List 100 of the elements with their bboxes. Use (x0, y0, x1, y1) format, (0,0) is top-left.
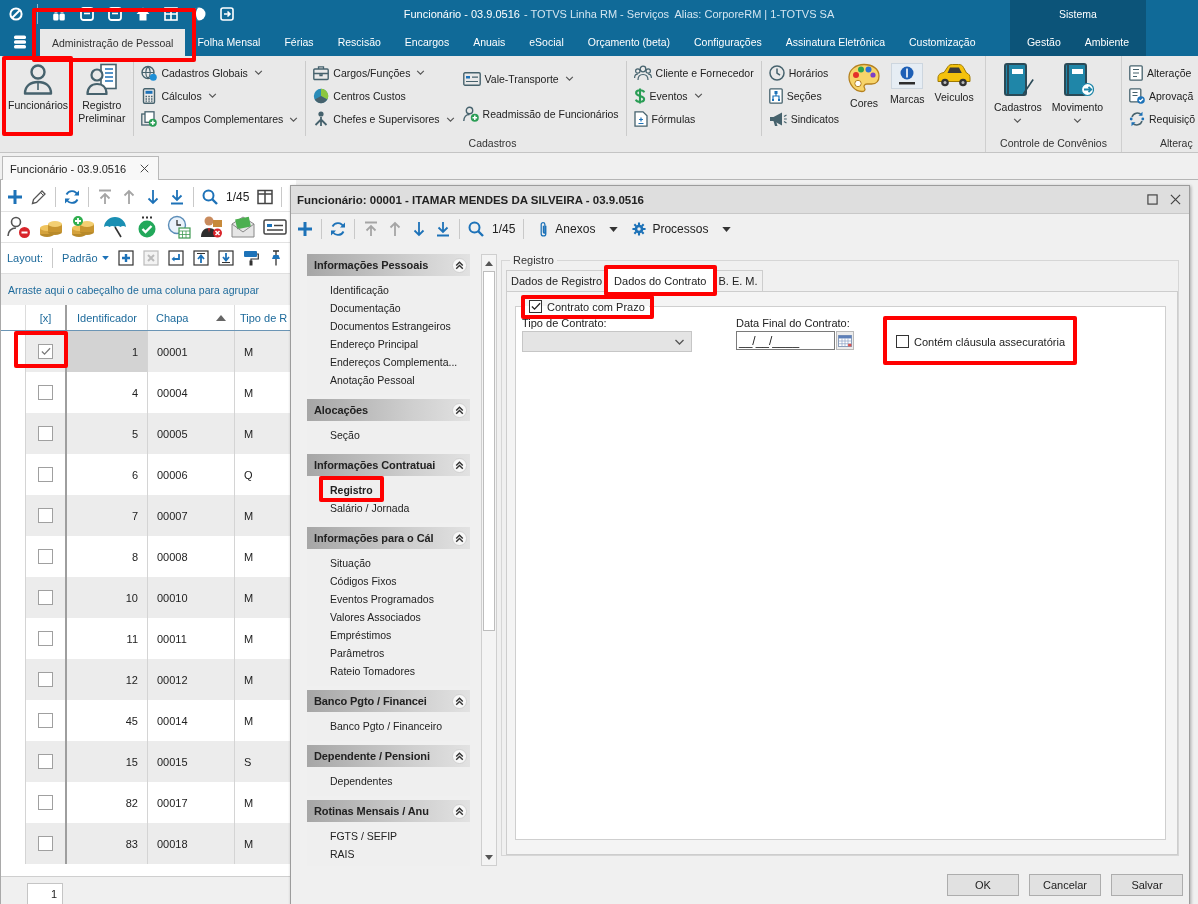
checkbox[interactable] (38, 385, 53, 400)
menu-button[interactable]: Anexos (538, 220, 619, 238)
ribbon-button[interactable]: Chefes e Supervisores (311, 109, 457, 130)
dialog-button[interactable]: Salvar (1111, 873, 1183, 896)
ribbon-tab[interactable]: eSocial (517, 28, 576, 56)
nav-group-header[interactable]: Informações para o Cál (307, 527, 470, 549)
ribbon-button[interactable]: Eventos (631, 86, 756, 106)
circle-slash-icon[interactable] (9, 7, 23, 21)
window-icon[interactable] (80, 7, 94, 21)
ribbon-button[interactable]: Veiculos (931, 61, 977, 133)
columns-icon[interactable] (257, 189, 274, 205)
paint-roller-icon[interactable] (242, 250, 259, 266)
ribbon-tab[interactable]: Assinatura Eletrônica (773, 28, 897, 56)
ribbon-button[interactable]: Cálculos (139, 86, 301, 106)
ribbon-button[interactable]: Seções (766, 86, 842, 106)
add-icon[interactable] (297, 221, 313, 237)
nav-group-header[interactable]: Informações Contratuai (307, 454, 470, 476)
ribbon-button[interactable]: Cadastros Globais (139, 62, 301, 83)
search-icon[interactable] (202, 189, 218, 205)
date-field[interactable]: __/__/____ (736, 331, 835, 350)
menu-icon[interactable] (13, 35, 27, 49)
nav-item[interactable]: RAIS (330, 845, 355, 863)
ribbon-tab[interactable]: Ambiente (1072, 28, 1142, 56)
nav-item[interactable]: Documentação (330, 299, 401, 317)
arrow-to-bottom-icon[interactable] (169, 189, 185, 205)
nav-group-header[interactable]: Dependente / Pensioni (307, 745, 470, 767)
scroll-down-icon[interactable] (485, 854, 493, 860)
checkbox[interactable] (529, 300, 542, 313)
enter-icon[interactable] (167, 250, 184, 266)
scroll-up-icon[interactable] (485, 260, 493, 266)
nav-item[interactable]: Endereços Complementa... (330, 353, 458, 371)
nav-item[interactable]: Seção (330, 426, 360, 444)
menu-button[interactable]: Processos (632, 222, 732, 236)
nav-item[interactable]: Banco Pgto / Financeiro (330, 717, 443, 735)
calendar-button[interactable] (836, 331, 854, 350)
checkbox[interactable] (38, 467, 53, 482)
download-icon[interactable] (217, 250, 234, 266)
ribbon-tab[interactable]: Customização (896, 28, 988, 56)
checkbox[interactable] (38, 713, 53, 728)
checkbox[interactable] (38, 344, 53, 359)
businessman-icon[interactable] (199, 215, 223, 239)
nav-item[interactable]: FGTS / SEFIP (330, 827, 398, 845)
ribbon-button[interactable]: Campos Complementares (139, 109, 301, 130)
arrow-down-icon[interactable] (411, 221, 427, 237)
ribbon-button[interactable]: Cliente e Fornecedor (631, 62, 756, 83)
close-icon[interactable] (1170, 194, 1181, 205)
ribbon-tab[interactable]: Gestão (1014, 28, 1073, 56)
ribbon-button[interactable]: Funcionários (5, 61, 72, 133)
close-icon[interactable] (140, 164, 150, 173)
add-row-icon[interactable] (117, 250, 134, 266)
ribbon-button[interactable]: Fórmulas (631, 109, 756, 130)
ribbon-tab[interactable]: Folha Mensal (185, 28, 273, 56)
ribbon-button[interactable]: Aprovaçã (1127, 86, 1196, 106)
upload-icon[interactable] (192, 250, 209, 266)
clock-calendar-icon[interactable] (167, 215, 191, 239)
dialog-button[interactable]: Cancelar (1029, 873, 1101, 896)
layout-dropdown[interactable]: Padrão (62, 252, 109, 264)
document-tab[interactable]: Funcionário - 03.9.0516 (2, 156, 160, 180)
window-icon[interactable] (108, 7, 122, 21)
ribbon-button[interactable]: Readmissão de Funcionários (460, 103, 621, 124)
nav-group-header[interactable]: Rotinas Mensais / Anu (307, 800, 470, 822)
ribbon-tab[interactable]: Férias (272, 28, 326, 56)
ribbon-button[interactable]: Cadastros (991, 61, 1045, 133)
dialog-button[interactable]: OK (947, 873, 1019, 896)
scrollbar-thumb[interactable] (483, 271, 495, 631)
ribbon-button[interactable]: Cargos/Funções (311, 62, 457, 83)
person-minus-icon[interactable] (7, 215, 31, 239)
checkbox[interactable] (38, 508, 53, 523)
nav-group-header[interactable]: Alocações (307, 399, 470, 421)
ribbon-button[interactable]: Movimento (1048, 61, 1107, 133)
ribbon-button[interactable]: Requisiçõ (1127, 109, 1196, 130)
nav-group-header[interactable]: Banco Pgto / Financei (307, 690, 470, 712)
nav-item[interactable]: Identificação (330, 281, 389, 299)
exit-icon[interactable] (220, 7, 234, 21)
column-header[interactable]: Chapa (147, 305, 234, 330)
column-header[interactable]: [x] (25, 305, 67, 330)
checkbox[interactable] (38, 754, 53, 769)
nav-item[interactable]: Salário / Jornada (330, 499, 410, 517)
nav-item[interactable]: Eventos Programados (330, 590, 434, 608)
nav-item[interactable]: Registro (330, 481, 373, 499)
nav-item[interactable]: Códigos Fixos (330, 572, 397, 590)
ribbon-tab[interactable]: Anuais (461, 28, 518, 56)
ribbon-button[interactable]: Vale-Transporte (460, 68, 621, 89)
nav-group-header[interactable]: Informações Pessoais (307, 254, 470, 276)
add-icon[interactable] (7, 189, 23, 205)
ribbon-button[interactable]: Alteraçõe (1127, 62, 1196, 83)
arrow-to-bottom-icon[interactable] (435, 221, 451, 237)
nav-item[interactable]: Endereço Principal (330, 335, 419, 353)
scrollbar[interactable] (481, 254, 497, 866)
nav-item[interactable]: Rateio Tomadores (330, 662, 416, 680)
ribbon-button[interactable]: Registro Preliminar (75, 61, 129, 133)
maximize-icon[interactable] (1147, 194, 1158, 205)
ribbon-button[interactable]: Horários (766, 62, 842, 83)
ribbon-button[interactable]: Cores (845, 61, 884, 133)
envelope-icon[interactable] (231, 215, 255, 239)
checkbox[interactable] (38, 549, 53, 564)
ribbon-button[interactable]: Marcas (887, 61, 928, 133)
checkbox[interactable] (38, 795, 53, 810)
nav-item[interactable]: Parâmetros (330, 644, 385, 662)
coins-plus-icon[interactable] (71, 215, 95, 239)
